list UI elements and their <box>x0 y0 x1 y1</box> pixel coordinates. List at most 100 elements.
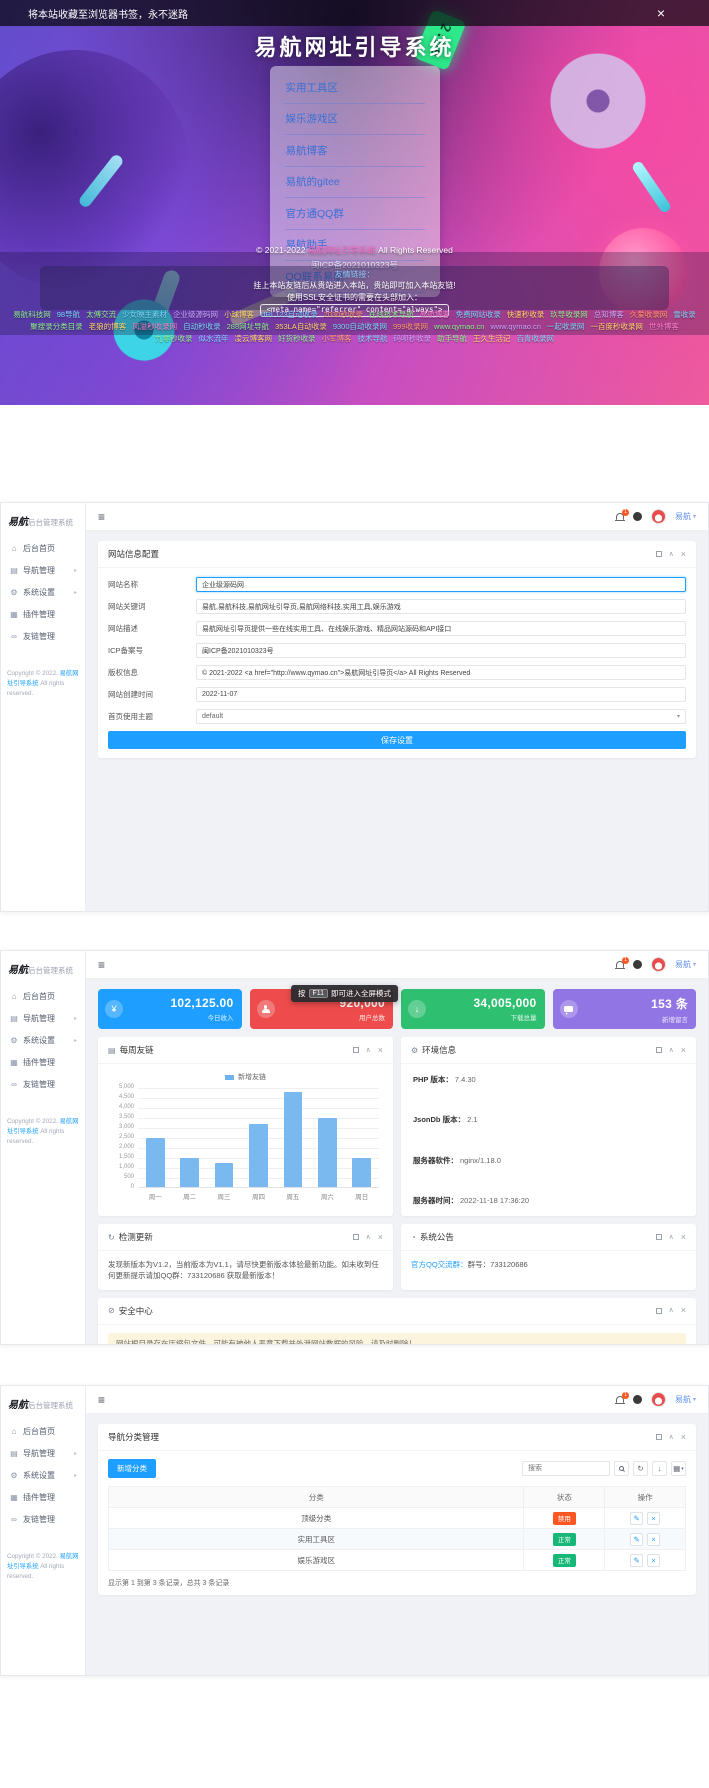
hero-menu-item[interactable]: 娱乐游戏区 <box>285 104 425 136</box>
columns-icon[interactable]: ▦▾ <box>671 1461 686 1476</box>
sidebar-item-导航管理[interactable]: ▤导航管理▸ <box>1 559 85 581</box>
refresh-icon[interactable]: ↻ <box>633 1461 648 1476</box>
chart-bar[interactable] <box>318 1118 337 1187</box>
expand-icon[interactable] <box>353 1234 359 1240</box>
user-menu[interactable]: 易航▾ <box>675 511 696 522</box>
expand-icon[interactable] <box>656 1308 662 1314</box>
delete-icon[interactable]: × <box>647 1533 660 1546</box>
field-input[interactable] <box>196 599 686 614</box>
chart-bar[interactable] <box>215 1163 234 1187</box>
friend-link-tag[interactable]: 快速秒收录 <box>507 310 545 319</box>
field-input[interactable] <box>196 621 686 636</box>
close-icon[interactable]: × <box>681 550 686 559</box>
column-header[interactable]: 分类 <box>109 1487 524 1508</box>
add-category-button[interactable]: 新增分类 <box>108 1459 156 1478</box>
sidebar-item-插件管理[interactable]: ▦插件管理 <box>1 1486 85 1508</box>
sidebar-footer-link[interactable]: 易航网址引导系统 <box>7 1553 79 1570</box>
sidebar-item-系统设置[interactable]: ⚙系统设置▸ <box>1 581 85 603</box>
friend-link-tag[interactable]: 凌云博客网 <box>235 334 273 343</box>
expand-icon[interactable] <box>656 551 662 557</box>
edit-icon[interactable]: ✎ <box>630 1512 643 1525</box>
friend-link-tag[interactable]: 老狼的博客 <box>89 322 127 331</box>
theme-icon[interactable] <box>633 512 642 521</box>
avatar[interactable] <box>651 957 666 972</box>
sidebar-item-系统设置[interactable]: ⚙系统设置▸ <box>1 1029 85 1051</box>
close-icon[interactable]: × <box>681 1306 686 1315</box>
field-input[interactable] <box>196 665 686 680</box>
friend-link-tag[interactable]: 一百度秒收录网 <box>590 322 643 331</box>
friend-link-tag[interactable]: 易航博客 <box>420 310 450 319</box>
friend-link-tag[interactable]: 聚搜录分类目录 <box>30 322 83 331</box>
sidebar-item-后台首页[interactable]: ⌂后台首页 <box>1 985 85 1007</box>
close-icon[interactable]: × <box>657 6 665 20</box>
friend-link-tag[interactable]: 码呗秒收录 <box>394 334 432 343</box>
collapse-icon[interactable]: ∧ <box>669 1434 674 1441</box>
hamburger-icon[interactable]: ≡ <box>98 510 105 524</box>
friend-link-tag[interactable]: 免费网站收录 <box>456 310 501 319</box>
sidebar-item-系统设置[interactable]: ⚙系统设置▸ <box>1 1464 85 1486</box>
friend-link-tag[interactable]: 好货秒收录 <box>278 334 316 343</box>
friend-link-tag[interactable]: 98导航 <box>57 310 80 319</box>
field-input[interactable] <box>196 577 686 592</box>
friend-link-tag[interactable]: 2030秒收录 <box>324 310 363 319</box>
sidebar-item-后台首页[interactable]: ⌂后台首页 <box>1 1420 85 1442</box>
sidebar-item-插件管理[interactable]: ▦插件管理 <box>1 1051 85 1073</box>
chart-bar[interactable] <box>249 1124 268 1187</box>
theme-icon[interactable] <box>633 960 642 969</box>
hero-menu-item[interactable]: 易航博客 <box>285 135 425 167</box>
friend-link-tag[interactable]: 九零秒收录 <box>155 334 193 343</box>
expand-icon[interactable] <box>656 1047 662 1053</box>
delete-icon[interactable]: × <box>647 1512 660 1525</box>
copyright-link[interactable]: 易航网址引导系统 <box>308 245 376 255</box>
save-button[interactable]: 保存设置 <box>108 731 686 749</box>
column-header[interactable]: 操作 <box>605 1487 686 1508</box>
theme-icon[interactable] <box>633 1395 642 1404</box>
close-icon[interactable]: × <box>378 1233 383 1242</box>
hero-menu-item[interactable]: 易航的gitee <box>285 167 425 199</box>
sidebar-item-友链管理[interactable]: ∞友链管理 <box>1 625 85 647</box>
qq-group-link[interactable]: 官方QQ交流群： <box>411 1260 468 1269</box>
close-icon[interactable]: × <box>681 1433 686 1442</box>
notifications-icon[interactable]: 1 <box>616 961 624 968</box>
download-icon[interactable]: ↓ <box>652 1461 667 1476</box>
friend-link-tag[interactable]: 一起收录网 <box>547 322 585 331</box>
friend-link-tag[interactable]: 288网址导航 <box>227 322 270 331</box>
close-icon[interactable]: × <box>681 1233 686 1242</box>
hamburger-icon[interactable]: ≡ <box>98 1393 105 1407</box>
search-icon[interactable] <box>614 1461 629 1476</box>
user-menu[interactable]: 易航▾ <box>675 959 696 970</box>
sidebar-item-友链管理[interactable]: ∞友链管理 <box>1 1508 85 1530</box>
friend-link-tag[interactable]: www.qymao.cn <box>434 322 484 331</box>
friend-link-tag[interactable]: 世外博客 <box>649 322 679 331</box>
hero-menu-item[interactable]: 官方通QQ群 <box>285 198 425 230</box>
collapse-icon[interactable]: ∧ <box>669 1234 674 1241</box>
edit-icon[interactable]: ✎ <box>630 1554 643 1567</box>
friend-link-tag[interactable]: 技术导航 <box>358 334 388 343</box>
friend-link-tag[interactable]: 风溢秒收录网 <box>132 322 177 331</box>
chart-bar[interactable] <box>180 1158 199 1187</box>
close-icon[interactable]: × <box>378 1046 383 1055</box>
friend-link-tag[interactable]: 雪收录 <box>673 310 696 319</box>
friend-link-tag[interactable]: 自动秒收录 <box>183 322 221 331</box>
friend-link-tag[interactable]: 易航科技网 <box>13 310 51 319</box>
friend-link-tag[interactable]: 小球博客 <box>224 310 254 319</box>
collapse-icon[interactable]: ∧ <box>366 1047 371 1054</box>
friend-link-tag[interactable]: 太傅交流 <box>86 310 116 319</box>
friend-link-tag[interactable]: 玖导收录网 <box>550 310 588 319</box>
friend-link-tag[interactable]: URL123自动收录 <box>260 310 318 319</box>
close-icon[interactable]: × <box>681 1046 686 1055</box>
chart-bar[interactable] <box>352 1158 371 1187</box>
friend-link-tag[interactable]: www.qymao.cn <box>490 322 540 331</box>
friend-link-tag[interactable]: 9300自动收录网 <box>333 322 387 331</box>
friend-link-tag[interactable]: 王久生活记 <box>473 334 511 343</box>
expand-icon[interactable] <box>656 1434 662 1440</box>
user-menu[interactable]: 易航▾ <box>675 1394 696 1405</box>
collapse-icon[interactable]: ∧ <box>669 1307 674 1314</box>
sidebar-item-后台首页[interactable]: ⌂后台首页 <box>1 537 85 559</box>
collapse-icon[interactable]: ∧ <box>669 1047 674 1054</box>
sidebar-footer-link[interactable]: 易航网址引导系统 <box>7 670 79 687</box>
sidebar-footer-link[interactable]: 易航网址引导系统 <box>7 1118 79 1135</box>
friend-link-tag[interactable]: 总知博客 <box>594 310 624 319</box>
friend-link-tag[interactable]: 企业级源码网 <box>173 310 218 319</box>
collapse-icon[interactable]: ∧ <box>669 551 674 558</box>
